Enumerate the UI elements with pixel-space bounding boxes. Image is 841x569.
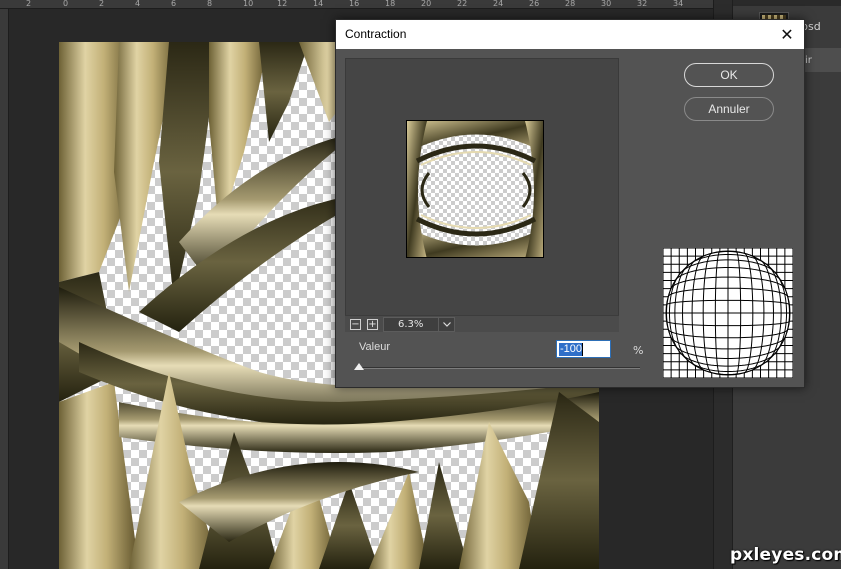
- text-caret: [582, 343, 583, 356]
- left-ruler: [0, 9, 9, 569]
- dialog-titlebar[interactable]: Contraction ✕: [336, 20, 804, 49]
- zoom-out-icon: −: [351, 319, 360, 330]
- ruler-tick: 2: [26, 0, 32, 8]
- value-slider-thumb[interactable]: [354, 363, 364, 370]
- panel-header-strip: [733, 0, 841, 6]
- distortion-grid-preview: [662, 247, 794, 379]
- ruler-tick: 6: [171, 0, 177, 8]
- cancel-button[interactable]: Annuler: [684, 97, 774, 121]
- close-icon: ✕: [780, 25, 794, 44]
- ruler-tick: 22: [457, 0, 468, 8]
- spherize-grid: [662, 247, 794, 379]
- ruler-tick: 8: [207, 0, 213, 8]
- ruler-tick: 12: [277, 0, 288, 8]
- preview-zoom-bar: − + 6.3%: [345, 315, 619, 332]
- ruler-tick: 26: [529, 0, 540, 8]
- ruler-tick: 16: [349, 0, 360, 8]
- value-unit: %: [633, 344, 644, 357]
- zoom-in-icon: +: [368, 319, 377, 330]
- ruler-tick: 0: [63, 0, 69, 8]
- preview-image[interactable]: [406, 120, 544, 258]
- filter-preview[interactable]: [345, 58, 619, 332]
- ruler-tick: 18: [385, 0, 396, 8]
- ruler-tick: 20: [421, 0, 432, 8]
- ruler-tick: 28: [565, 0, 576, 8]
- chevron-down-icon: [438, 318, 454, 331]
- photoshop-workspace: 2 0 2 4 6 8 10 12 14 16 18 20 22 24 26 2…: [0, 0, 841, 569]
- ok-button[interactable]: OK: [684, 63, 774, 87]
- dialog-title: Contraction: [345, 27, 407, 41]
- value-input[interactable]: -100: [556, 340, 611, 358]
- zoom-level-select[interactable]: 6.3%: [383, 317, 455, 332]
- ruler-tick: 30: [601, 0, 612, 8]
- value-label: Valeur: [359, 341, 390, 353]
- ruler-tick: 24: [493, 0, 504, 8]
- ruler-tick: 32: [637, 0, 648, 8]
- value-input-text: -100: [559, 343, 584, 356]
- close-button[interactable]: ✕: [770, 20, 804, 49]
- ruler-tick: 2: [99, 0, 105, 8]
- contraction-dialog: Contraction ✕ − + 6.3% OK Annuler Valeur…: [335, 19, 805, 388]
- value-slider-track[interactable]: [356, 367, 640, 369]
- zoom-out-button[interactable]: −: [350, 319, 361, 330]
- ruler-tick: 34: [673, 0, 684, 8]
- zoom-level-value: 6.3%: [398, 319, 424, 330]
- ruler-tick: 10: [243, 0, 254, 8]
- preview-artwork: [407, 121, 543, 257]
- watermark: pxleyes.com: [730, 545, 841, 565]
- top-ruler: 2 0 2 4 6 8 10 12 14 16 18 20 22 24 26 2…: [0, 0, 713, 9]
- zoom-in-button[interactable]: +: [367, 319, 378, 330]
- ruler-tick: 4: [135, 0, 141, 8]
- ruler-tick: 14: [313, 0, 324, 8]
